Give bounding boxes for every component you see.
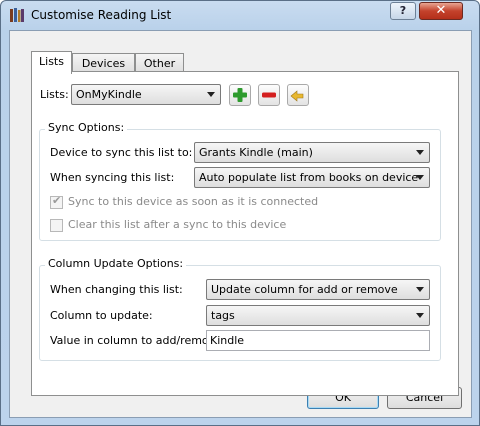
dialog-body: Lists Devices Other Lists: OnMyKindle Sy…	[9, 30, 472, 418]
checkmark-icon: ✔	[52, 194, 62, 207]
tab-lists[interactable]: Lists	[31, 51, 72, 74]
remove-list-button[interactable]	[258, 84, 280, 106]
device-combo-value: Grants Kindle (main)	[199, 146, 313, 159]
clear-after-sync-checkbox[interactable]	[50, 219, 63, 232]
rename-icon	[290, 90, 304, 102]
clear-after-sync-label: Clear this list after a sync to this dev…	[68, 218, 287, 231]
chevron-down-icon	[416, 175, 424, 180]
close-button[interactable]: ✕	[419, 2, 463, 20]
when-changing-combo[interactable]: Update column for add or remove	[206, 279, 430, 300]
remove-icon	[262, 92, 276, 98]
when-syncing-combo-value: Auto populate list from books on device	[199, 171, 419, 184]
when-syncing-label: When syncing this list:	[50, 171, 175, 184]
lists-combo[interactable]: OnMyKindle	[71, 84, 221, 105]
books-app-icon	[10, 8, 24, 22]
when-changing-label: When changing this list:	[50, 283, 183, 296]
lists-combo-value: OnMyKindle	[76, 88, 142, 101]
sync-options-title: Sync Options:	[45, 121, 128, 134]
value-in-column-field[interactable]: Kindle	[206, 330, 430, 351]
column-update-title: Column Update Options:	[45, 257, 187, 270]
lists-label: Lists:	[40, 88, 69, 101]
when-syncing-combo[interactable]: Auto populate list from books on device	[194, 167, 430, 188]
column-to-update-label: Column to update:	[50, 309, 153, 322]
add-icon	[233, 88, 247, 102]
auto-sync-checkbox[interactable]: ✔	[50, 194, 63, 209]
title-bar: Customise Reading List ? ✕	[1, 1, 479, 29]
device-label: Device to sync this list to:	[50, 146, 193, 159]
add-list-button[interactable]	[229, 84, 251, 106]
help-button[interactable]: ?	[390, 2, 416, 20]
chevron-down-icon	[207, 92, 215, 97]
device-combo[interactable]: Grants Kindle (main)	[194, 142, 430, 163]
value-in-column-label: Value in column to add/remove:	[50, 334, 226, 347]
auto-sync-label: Sync to this device as soon as it is con…	[68, 195, 319, 208]
column-to-update-combo[interactable]: tags	[206, 305, 430, 326]
column-to-update-combo-value: tags	[211, 309, 235, 322]
rename-list-button[interactable]	[287, 84, 309, 106]
when-changing-combo-value: Update column for add or remove	[211, 283, 398, 296]
window-title: Customise Reading List	[31, 8, 172, 22]
tab-panel-lists: Lists: OnMyKindle Sync Options: Device t…	[31, 71, 459, 396]
chevron-down-icon	[416, 287, 424, 292]
chevron-down-icon	[416, 150, 424, 155]
dialog-window: Customise Reading List ? ✕ Lists Devices…	[0, 0, 480, 426]
chevron-down-icon	[416, 313, 424, 318]
